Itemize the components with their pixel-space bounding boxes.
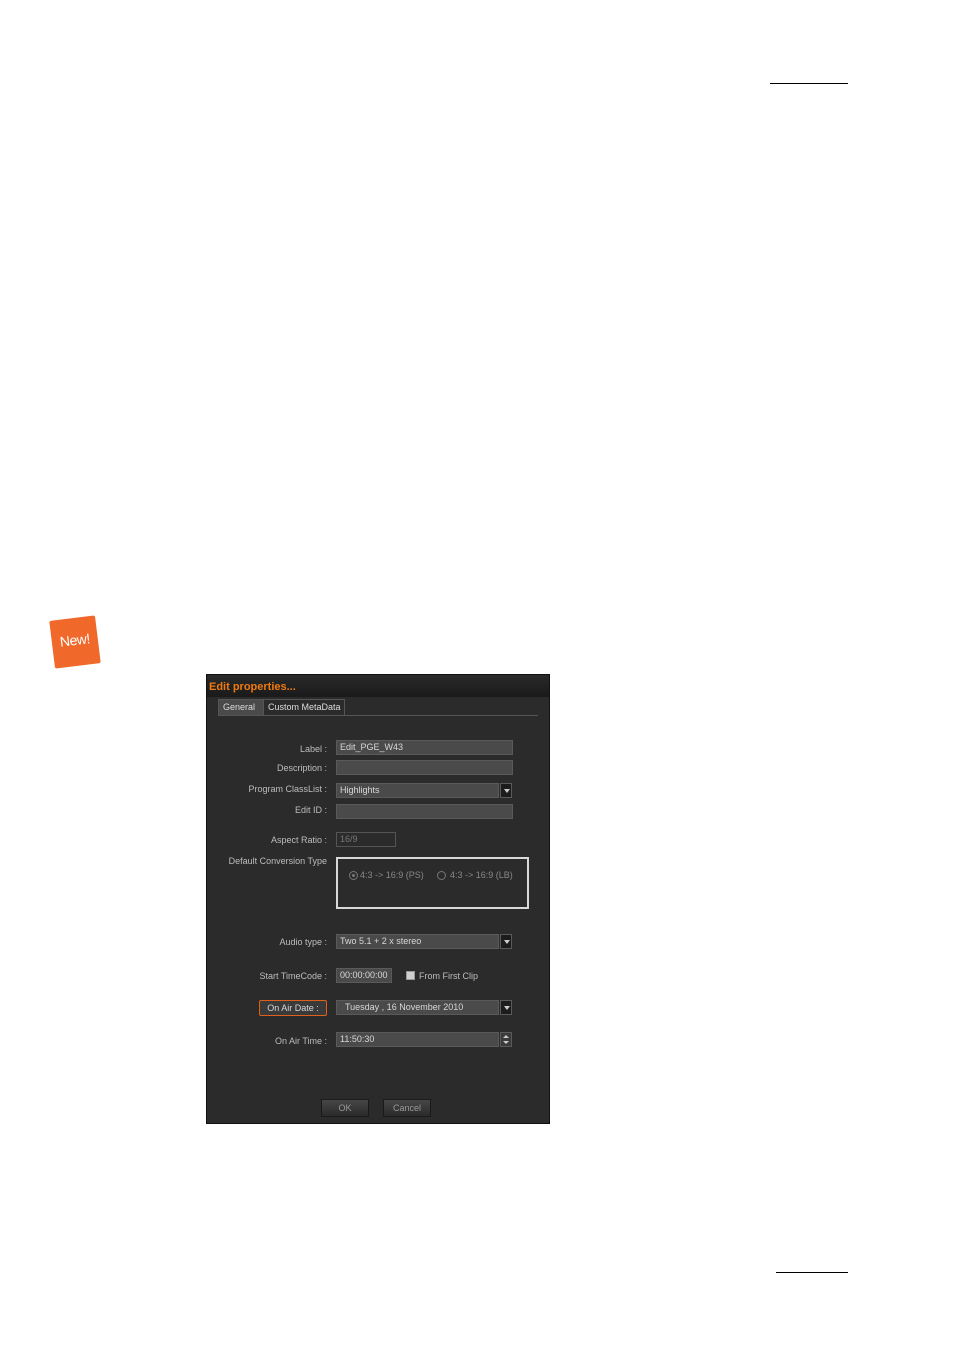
program-classlist-label: Program ClassList : <box>248 784 327 794</box>
program-classlist-select[interactable]: Highlights <box>336 783 499 798</box>
footer-rule <box>776 1272 848 1273</box>
from-first-clip-checkbox[interactable] <box>406 971 415 980</box>
program-classlist-dropdown-icon[interactable] <box>500 783 512 798</box>
start-timecode-label: Start TimeCode : <box>259 971 327 981</box>
tab-divider <box>218 715 538 716</box>
audio-type-select[interactable]: Two 5.1 + 2 x stereo <box>336 934 499 949</box>
aspect-ratio-label: Aspect Ratio : <box>270 835 327 845</box>
on-air-date-button[interactable]: On Air Date : <box>259 1000 327 1016</box>
radio-lb[interactable] <box>437 871 446 880</box>
new-badge-text: New! <box>58 630 91 650</box>
conversion-type-group: 4:3 -> 16:9 (PS) 4:3 -> 16:9 (LB) <box>336 857 529 909</box>
cancel-button[interactable]: Cancel <box>383 1099 431 1117</box>
from-first-clip-label: From First Clip <box>419 971 478 981</box>
edit-id-input[interactable] <box>336 804 513 819</box>
on-air-time-input[interactable]: 11:50:30 <box>336 1032 499 1047</box>
dialog-titlebar: Edit properties... <box>207 675 549 697</box>
on-air-date-picker[interactable]: Tuesday , 16 November 2010 <box>336 1000 499 1015</box>
radio-ps-label: 4:3 -> 16:9 (PS) <box>360 870 424 880</box>
description-input[interactable] <box>336 760 513 775</box>
audio-type-dropdown-icon[interactable] <box>500 934 512 949</box>
edit-id-label: Edit ID : <box>294 805 327 815</box>
label-input[interactable]: Edit_PGE_W43 <box>336 740 513 755</box>
label-field-label: Label : <box>299 744 327 754</box>
dialog-title: Edit properties... <box>209 681 296 693</box>
description-label: Description : <box>276 763 327 773</box>
audio-type-label: Audio type : <box>279 937 327 947</box>
on-air-time-label: On Air Time : <box>274 1036 327 1046</box>
spin-down-icon[interactable] <box>503 1041 509 1044</box>
radio-ps[interactable] <box>349 871 358 880</box>
on-air-date-dropdown-icon[interactable] <box>500 1000 512 1015</box>
new-badge: New! <box>49 615 101 669</box>
spin-up-icon[interactable] <box>503 1035 509 1038</box>
tab-custom-metadata[interactable]: Custom MetaData <box>263 699 345 715</box>
radio-lb-label: 4:3 -> 16:9 (LB) <box>450 870 513 880</box>
ok-button[interactable]: OK <box>321 1099 369 1117</box>
start-timecode-input[interactable]: 00:00:00:00 <box>336 968 392 983</box>
tab-general[interactable]: General <box>218 699 264 715</box>
aspect-ratio-input: 16/9 <box>336 832 396 847</box>
header-rule <box>770 83 848 84</box>
on-air-time-spinner[interactable] <box>500 1032 512 1047</box>
edit-properties-dialog: Edit properties... General Custom MetaDa… <box>206 674 550 1124</box>
conversion-type-label: Default Conversion Type <box>228 856 327 866</box>
